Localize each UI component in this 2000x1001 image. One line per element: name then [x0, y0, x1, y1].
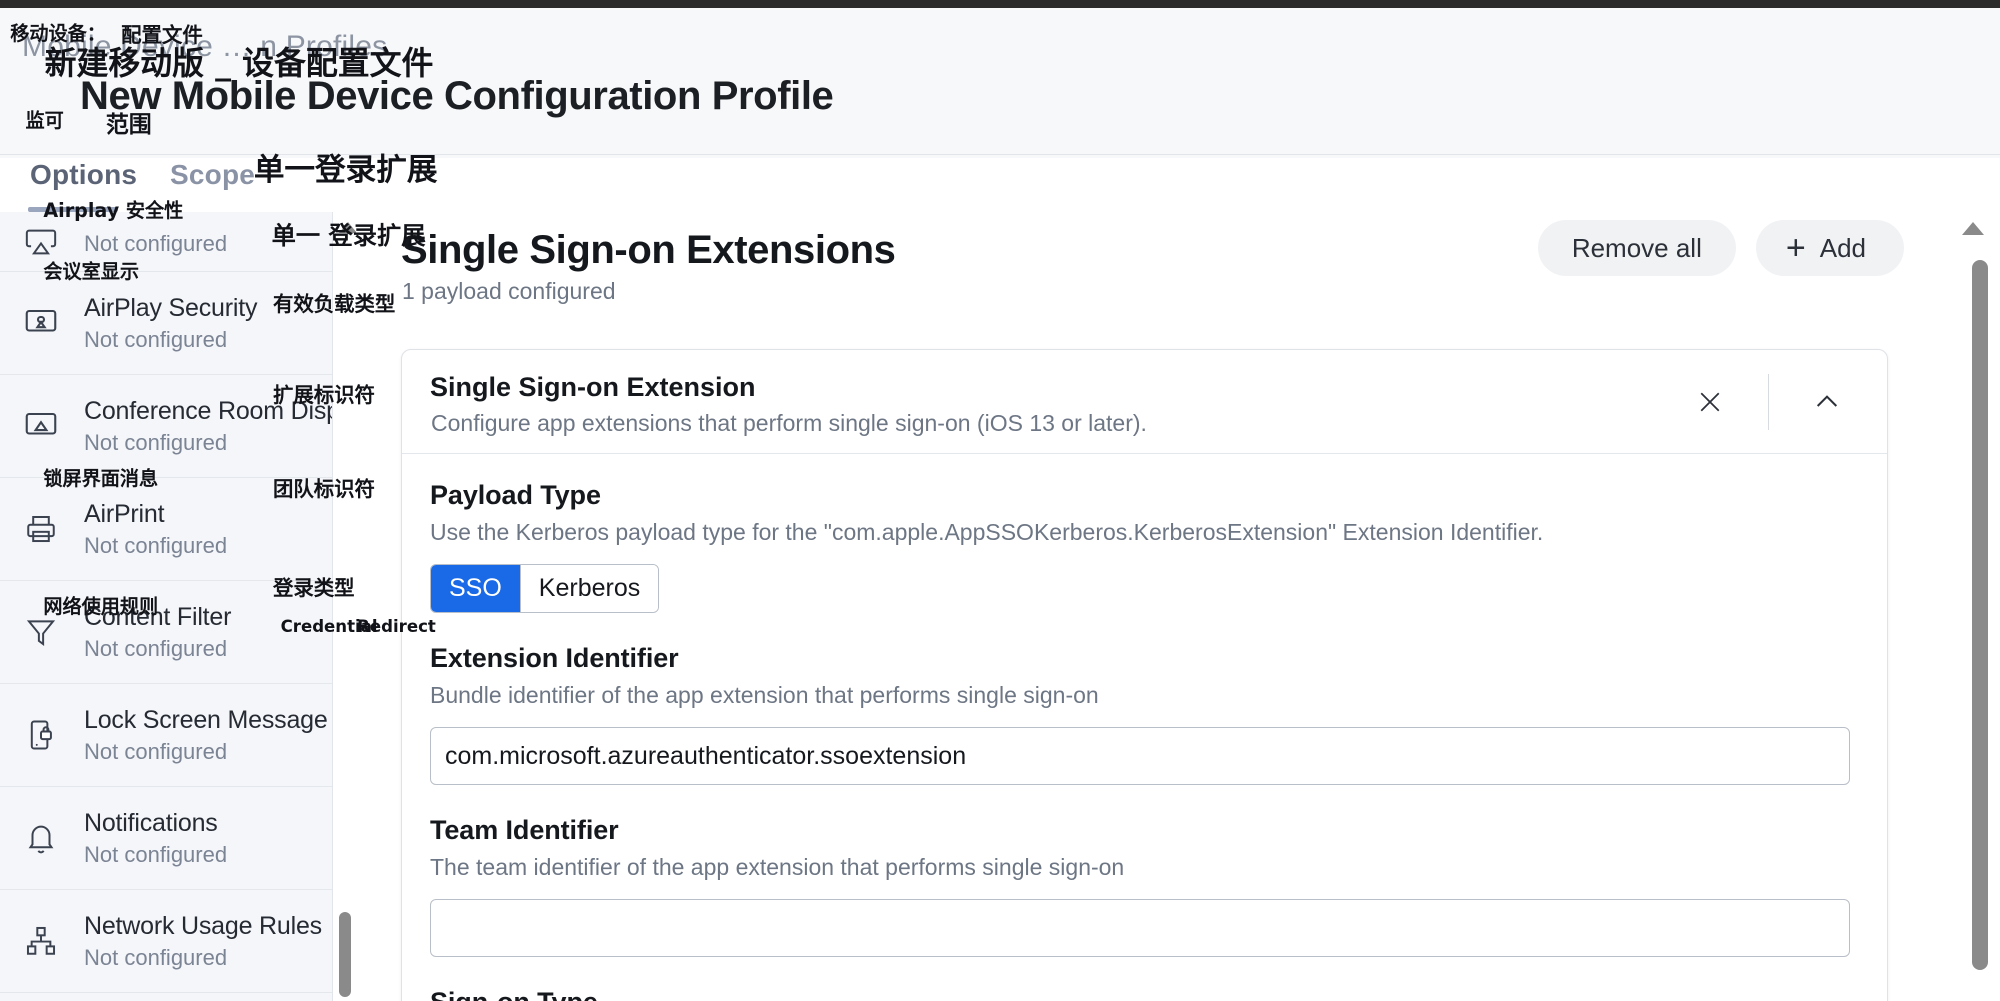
sso-extension-card: Single Sign-on Extension Configure app e…	[401, 349, 1888, 1001]
field-team-identifier: Team Identifier The team identifier of t…	[430, 815, 1859, 957]
sidebar-item-network-usage-rules[interactable]: Network Usage Rules Not configured	[0, 890, 332, 993]
field-label: Extension Identifier	[430, 643, 679, 673]
sidebar-item-status: Not configured	[84, 945, 228, 970]
sidebar-item-label: AirPlay Security	[84, 294, 258, 322]
funnel-icon	[14, 605, 68, 659]
page-title: New Mobile Device Configuration Profile	[80, 74, 834, 118]
sidebar-item-label: Lock Screen Message	[84, 706, 328, 734]
plus-icon: +	[1785, 229, 1806, 267]
airplay-security-icon	[14, 296, 68, 350]
card-header: Single Sign-on Extension Configure app e…	[402, 350, 1887, 454]
sidebar-item-label: Network Usage Rules	[84, 912, 322, 940]
sidebar-item-conference-room-display[interactable]: Conference Room Display Not configured	[0, 375, 332, 478]
sidebar-item-label: Conference Room Display	[84, 397, 332, 425]
breadcrumb[interactable]: Mobile Device … n Profiles	[22, 30, 387, 64]
team-identifier-input[interactable]	[430, 899, 1850, 957]
tab-bar: Options Scope	[0, 147, 340, 217]
bell-icon	[14, 811, 68, 865]
card-body: Payload Type Use the Kerberos payload ty…	[402, 454, 1887, 1001]
sidebar-item-status: Not configured	[84, 230, 228, 256]
header-action-divider	[1768, 374, 1769, 430]
card-description: Configure app extensions that perform si…	[431, 410, 1147, 436]
field-description: The team identifier of the app extension…	[430, 854, 1125, 880]
sidebar-item-label: AirPrint	[84, 500, 165, 528]
airplay-icon	[14, 215, 68, 269]
sidebar-item-airplay[interactable]: Not configured	[0, 212, 332, 272]
sidebar-item-status: Not configured	[84, 430, 228, 455]
tab-options[interactable]: Options	[30, 159, 137, 191]
sidebar-item-status: Not configured	[84, 739, 228, 764]
sidebar-item-status: Not configured	[84, 327, 228, 352]
tab-scope[interactable]: Scope	[170, 159, 255, 191]
scroll-up-arrow-icon[interactable]	[339, 222, 357, 233]
field-extension-identifier: Extension Identifier Bundle identifier o…	[430, 643, 1859, 785]
printer-icon	[14, 502, 68, 556]
sidebar-item-status: Not configured	[84, 533, 228, 558]
sidebar-item-status: Not configured	[84, 842, 228, 867]
field-label: Payload Type	[430, 480, 601, 510]
chevron-up-icon[interactable]	[1797, 374, 1857, 430]
sidebar-item-content-filter[interactable]: Content Filter Not configured	[0, 581, 332, 684]
add-button-label: Add	[1819, 232, 1866, 263]
sidebar-item-status: Not configured	[84, 636, 228, 661]
panel-subtitle: 1 payload configured	[402, 278, 616, 304]
extension-identifier-input[interactable]	[430, 727, 1850, 785]
field-sign-on-type: Sign-on Type Sign-on authorization type …	[430, 987, 1859, 1001]
page-scrollbar-thumb[interactable]	[1972, 260, 1988, 970]
field-label: Sign-on Type	[430, 987, 1859, 1001]
payload-sidebar[interactable]: Not configured AirPlay Security Not conf…	[0, 212, 333, 1001]
network-icon	[14, 914, 68, 968]
payload-panel: Single Sign-on Extensions 1 payload conf…	[356, 212, 1952, 1001]
window-top-bar	[0, 0, 2000, 8]
content-area: Not configured AirPlay Security Not conf…	[0, 212, 2000, 1001]
field-label: Team Identifier	[430, 815, 619, 845]
card-title: Single Sign-on Extension	[430, 372, 756, 402]
sidebar-item-lock-screen-message[interactable]: Lock Screen Message Not configured	[0, 684, 332, 787]
sidebar-item-label: Notifications	[84, 809, 218, 837]
sidebar-item-airplay-security[interactable]: AirPlay Security Not configured	[0, 272, 332, 375]
page-scroll-up-arrow-icon[interactable]	[1962, 222, 1984, 235]
sidebar-item-label: Content Filter	[84, 603, 232, 631]
remove-all-button[interactable]: Remove all	[1537, 220, 1736, 276]
field-description: Use the Kerberos payload type for the "c…	[430, 519, 1544, 545]
field-description: Bundle identifier of the app extension t…	[430, 682, 1099, 708]
panel-actions: Remove all + Add	[1537, 220, 1904, 276]
payload-type-option-sso[interactable]: SSO	[431, 565, 520, 612]
payload-type-segmented-control[interactable]: SSO Kerberos	[430, 564, 660, 613]
add-button[interactable]: + Add	[1755, 220, 1904, 276]
page-header: Mobile Device … n Profiles New Mobile De…	[0, 8, 2000, 158]
panel-title: Single Sign-on Extensions	[401, 228, 896, 272]
sidebar-scrollbar-thumb[interactable]	[339, 912, 351, 997]
close-icon[interactable]	[1680, 374, 1740, 430]
sidebar-item-airprint[interactable]: AirPrint Not configured	[0, 478, 332, 581]
lock-screen-icon	[14, 708, 68, 762]
sidebar-item-notifications[interactable]: Notifications Not configured	[0, 787, 332, 890]
payload-type-option-kerberos[interactable]: Kerberos	[519, 565, 659, 612]
panel-header: Single Sign-on Extensions 1 payload conf…	[356, 212, 1952, 332]
field-payload-type: Payload Type Use the Kerberos payload ty…	[430, 480, 1859, 613]
card-header-actions	[1680, 374, 1857, 430]
conference-room-display-icon	[14, 399, 68, 453]
sidebar-scrollbar[interactable]	[334, 212, 356, 1001]
